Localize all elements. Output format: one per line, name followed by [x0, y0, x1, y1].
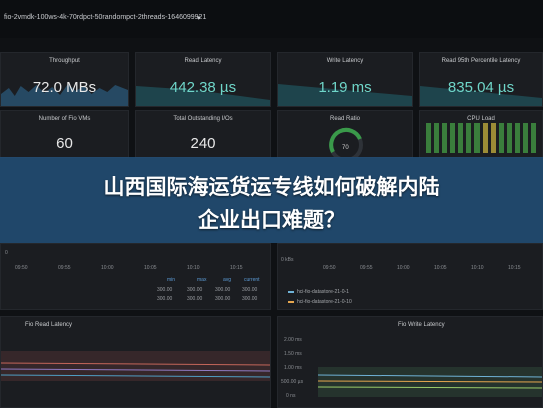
legend-item[interactable]: hci-fio-datastore-21-0-1	[297, 289, 349, 295]
fio-vms-panel[interactable]: Number of Fio VMs 60	[0, 110, 129, 158]
x-axis-tick: 10:10	[471, 265, 484, 271]
panel-title: Write Latency	[326, 58, 364, 64]
table-header: min	[167, 277, 176, 283]
read-p95-latency-panel[interactable]: Read 95th Percentile Latency 835.04 µs	[419, 52, 543, 107]
write-latency-panel[interactable]: Write Latency 1.19 ms	[277, 52, 413, 107]
read-ratio-value: 70	[342, 145, 349, 151]
panel-title: Read Ratio	[329, 116, 361, 122]
throughput-value: 72.0 MBs	[32, 79, 97, 96]
fio-vms-value: 60	[56, 135, 73, 152]
outstanding-io-panel[interactable]: Total Outstanding I/Os 240	[135, 110, 271, 158]
y-axis-tick: 0 kBs	[281, 257, 294, 263]
throughput-panel[interactable]: Throughput 72.0 MBs	[0, 52, 129, 107]
dashboard-title-dropdown[interactable]: fio-2vmdk-100ws-4k-70rdpct-50randompct-2…	[4, 14, 206, 21]
panel-title: Fio Read Latency	[25, 322, 73, 328]
headline-banner: 山西国际海运货运专线如何破解内陆 企业出口难题？	[0, 157, 543, 243]
x-axis-tick: 09:55	[58, 265, 71, 271]
outstanding-io-value: 240	[190, 135, 216, 152]
y-axis-tick: 0	[5, 250, 8, 256]
read-p95-value: 835.04 µs	[447, 79, 515, 96]
read-latency-value: 442.38 µs	[169, 79, 237, 96]
fio-write-latency-panel[interactable]: Fio Write Latency 2.00 ms 1.50 ms 1.00 m…	[277, 316, 543, 408]
chevron-down-icon[interactable]: ▾	[197, 14, 201, 22]
table-cell: 300.00	[215, 296, 231, 302]
table-cell: 300.00	[187, 296, 203, 302]
headline-line-2: 企业出口难题？	[198, 208, 345, 232]
legend-item[interactable]: hci-fio-datastore-21-0-10	[297, 299, 352, 305]
panel-title: CPU Load	[467, 116, 495, 122]
y-axis-tick: 0 ns	[286, 393, 296, 399]
y-axis-tick: 1.50 ms	[284, 351, 302, 357]
headline-line-1: 山西国际海运货运专线如何破解内陆	[103, 175, 440, 199]
panel-title: Throughput	[49, 58, 80, 64]
write-latency-value: 1.19 ms	[318, 79, 372, 96]
x-axis-tick: 09:55	[360, 265, 373, 271]
x-axis-tick: 10:05	[434, 265, 447, 271]
table-cell: 300.00	[187, 287, 203, 293]
cpu-load-panel[interactable]: CPU Load	[419, 110, 543, 158]
x-axis-tick: 09:50	[323, 265, 336, 271]
legend-swatch	[288, 301, 294, 303]
y-axis-tick: 500.00 µs	[281, 379, 304, 385]
x-axis-tick: 10:00	[397, 265, 410, 271]
x-axis-tick: 10:10	[187, 265, 200, 271]
read-ratio-panel[interactable]: Read Ratio 70	[277, 110, 413, 158]
y-axis-tick: 1.00 ms	[284, 365, 302, 371]
fio-read-latency-graph	[1, 351, 270, 381]
x-axis-tick: 10:05	[144, 265, 157, 271]
table-cell: 300.00	[157, 296, 173, 302]
fio-write-latency-graph	[318, 367, 542, 397]
legend-swatch	[288, 291, 294, 293]
table-cell: 300.00	[242, 287, 258, 293]
y-axis-tick: 2.00 ms	[284, 337, 302, 343]
x-axis-tick: 09:50	[15, 265, 28, 271]
left-graph-panel[interactable]: 0 09:50 09:55 10:00 10:05 10:10 10:15 mi…	[0, 243, 271, 310]
x-axis-tick: 10:15	[230, 265, 243, 271]
table-cell: 300.00	[242, 296, 258, 302]
cpu-load-bars	[426, 123, 537, 153]
read-ratio-gauge	[329, 127, 363, 157]
table-cell: 300.00	[157, 287, 173, 293]
x-axis-tick: 10:15	[508, 265, 521, 271]
fio-read-latency-panel[interactable]: Fio Read Latency	[0, 316, 271, 408]
panel-title: Total Outstanding I/Os	[173, 116, 233, 122]
table-header: current	[244, 277, 260, 283]
table-cell: 300.00	[215, 287, 231, 293]
table-header: max	[197, 277, 207, 283]
read-latency-panel[interactable]: Read Latency 442.38 µs	[135, 52, 271, 107]
panel-title: Fio Write Latency	[398, 322, 445, 328]
right-graph-panel[interactable]: 0 kBs 09:50 09:55 10:00 10:05 10:10 10:1…	[277, 243, 543, 310]
x-axis-tick: 10:00	[101, 265, 114, 271]
panel-title: Read 95th Percentile Latency	[441, 58, 521, 64]
panel-title: Read Latency	[184, 58, 222, 64]
table-header: avg	[223, 277, 232, 283]
dashboard-topbar: fio-2vmdk-100ws-4k-70rdpct-50randompct-2…	[0, 0, 543, 38]
panel-title: Number of Fio VMs	[38, 116, 91, 122]
